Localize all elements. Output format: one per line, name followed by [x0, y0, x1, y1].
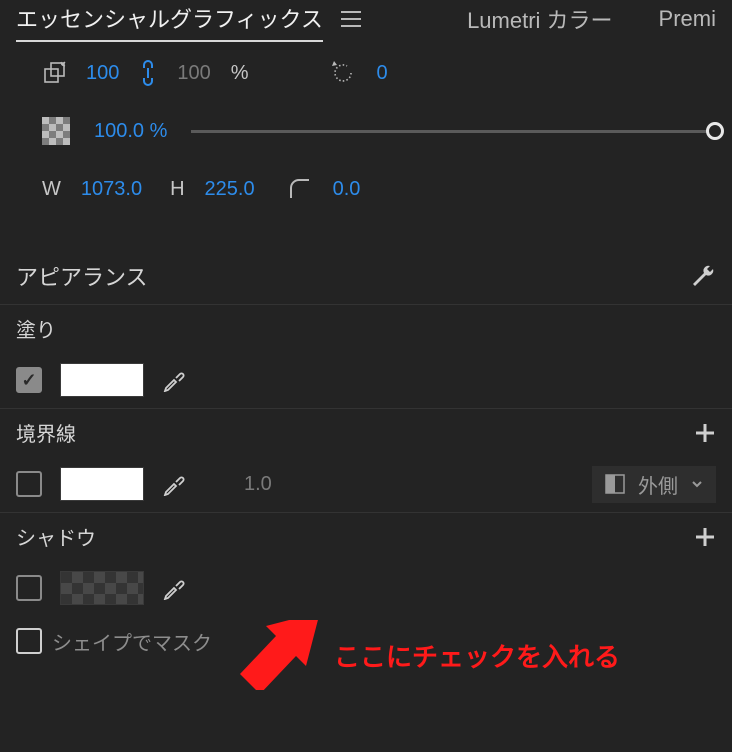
stroke-position-dropdown[interactable]: 外側	[592, 466, 716, 503]
opacity-slider-thumb[interactable]	[706, 122, 724, 140]
height-value[interactable]: 225.0	[205, 178, 255, 201]
scale-y-value[interactable]: 100	[177, 62, 210, 85]
width-label: W	[42, 178, 61, 201]
scale-value[interactable]: 100	[86, 62, 119, 85]
wrench-icon[interactable]	[690, 263, 716, 289]
opacity-row: 100.0 %	[0, 102, 732, 160]
stroke-position-icon	[604, 473, 626, 495]
shadow-row	[0, 560, 732, 616]
tab-essential-graphics[interactable]: エッセンシャルグラフィックス	[16, 2, 323, 42]
stroke-width-value[interactable]: 1.0	[244, 473, 272, 496]
corner-radius-value[interactable]: 0.0	[333, 178, 361, 201]
corner-radius-icon	[287, 176, 313, 202]
width-value[interactable]: 1073.0	[81, 178, 142, 201]
link-icon[interactable]	[139, 60, 157, 86]
stroke-header: 境界線	[0, 408, 732, 456]
fill-label: 塗り	[16, 314, 56, 343]
shadow-header: シャドウ	[0, 512, 732, 560]
tab-lumetri-color[interactable]: Lumetri カラー	[467, 3, 612, 41]
rotation-value[interactable]: 0	[377, 62, 388, 85]
appearance-title: アピアランス	[16, 260, 148, 292]
stroke-label: 境界線	[16, 418, 76, 447]
shadow-color-swatch[interactable]	[60, 571, 144, 605]
size-row: W 1073.0 H 225.0 0.0	[0, 160, 732, 218]
shadow-eyedropper-icon[interactable]	[162, 576, 186, 600]
scale-icon	[42, 61, 66, 85]
transform-scale-row: 100 100 % 0	[0, 44, 732, 102]
fill-color-swatch[interactable]	[60, 363, 144, 397]
stroke-eyedropper-icon[interactable]	[162, 472, 186, 496]
panel-tab-bar: エッセンシャルグラフィックス Lumetri カラー Premi	[0, 0, 732, 44]
add-shadow-icon[interactable]	[694, 526, 716, 548]
mask-with-shape-checkbox[interactable]	[16, 628, 42, 654]
height-label: H	[170, 178, 184, 201]
essential-graphics-panel: エッセンシャルグラフィックス Lumetri カラー Premi 100 100…	[0, 0, 732, 752]
fill-row	[0, 352, 732, 408]
fill-header: 塗り	[0, 304, 732, 352]
shadow-label: シャドウ	[16, 522, 96, 551]
rotation-icon	[329, 59, 357, 87]
mask-with-shape-row: シェイプでマスク	[0, 616, 732, 666]
stroke-color-swatch[interactable]	[60, 467, 144, 501]
stroke-checkbox[interactable]	[16, 471, 42, 497]
fill-eyedropper-icon[interactable]	[162, 368, 186, 392]
opacity-icon	[42, 117, 70, 145]
add-stroke-icon[interactable]	[694, 422, 716, 444]
tab-premiere[interactable]: Premi	[659, 6, 716, 38]
chevron-down-icon	[690, 477, 704, 491]
shadow-checkbox[interactable]	[16, 575, 42, 601]
stroke-position-label: 外側	[638, 470, 678, 499]
fill-checkbox[interactable]	[16, 367, 42, 393]
percent-label: %	[231, 62, 249, 85]
opacity-value[interactable]: 100.0 %	[94, 120, 167, 143]
panel-menu-icon[interactable]	[341, 11, 361, 33]
mask-with-shape-label: シェイプでマスク	[52, 627, 212, 656]
opacity-slider[interactable]	[191, 130, 716, 133]
stroke-row: 1.0 外側	[0, 456, 732, 512]
appearance-section-header: アピアランス	[0, 248, 732, 304]
